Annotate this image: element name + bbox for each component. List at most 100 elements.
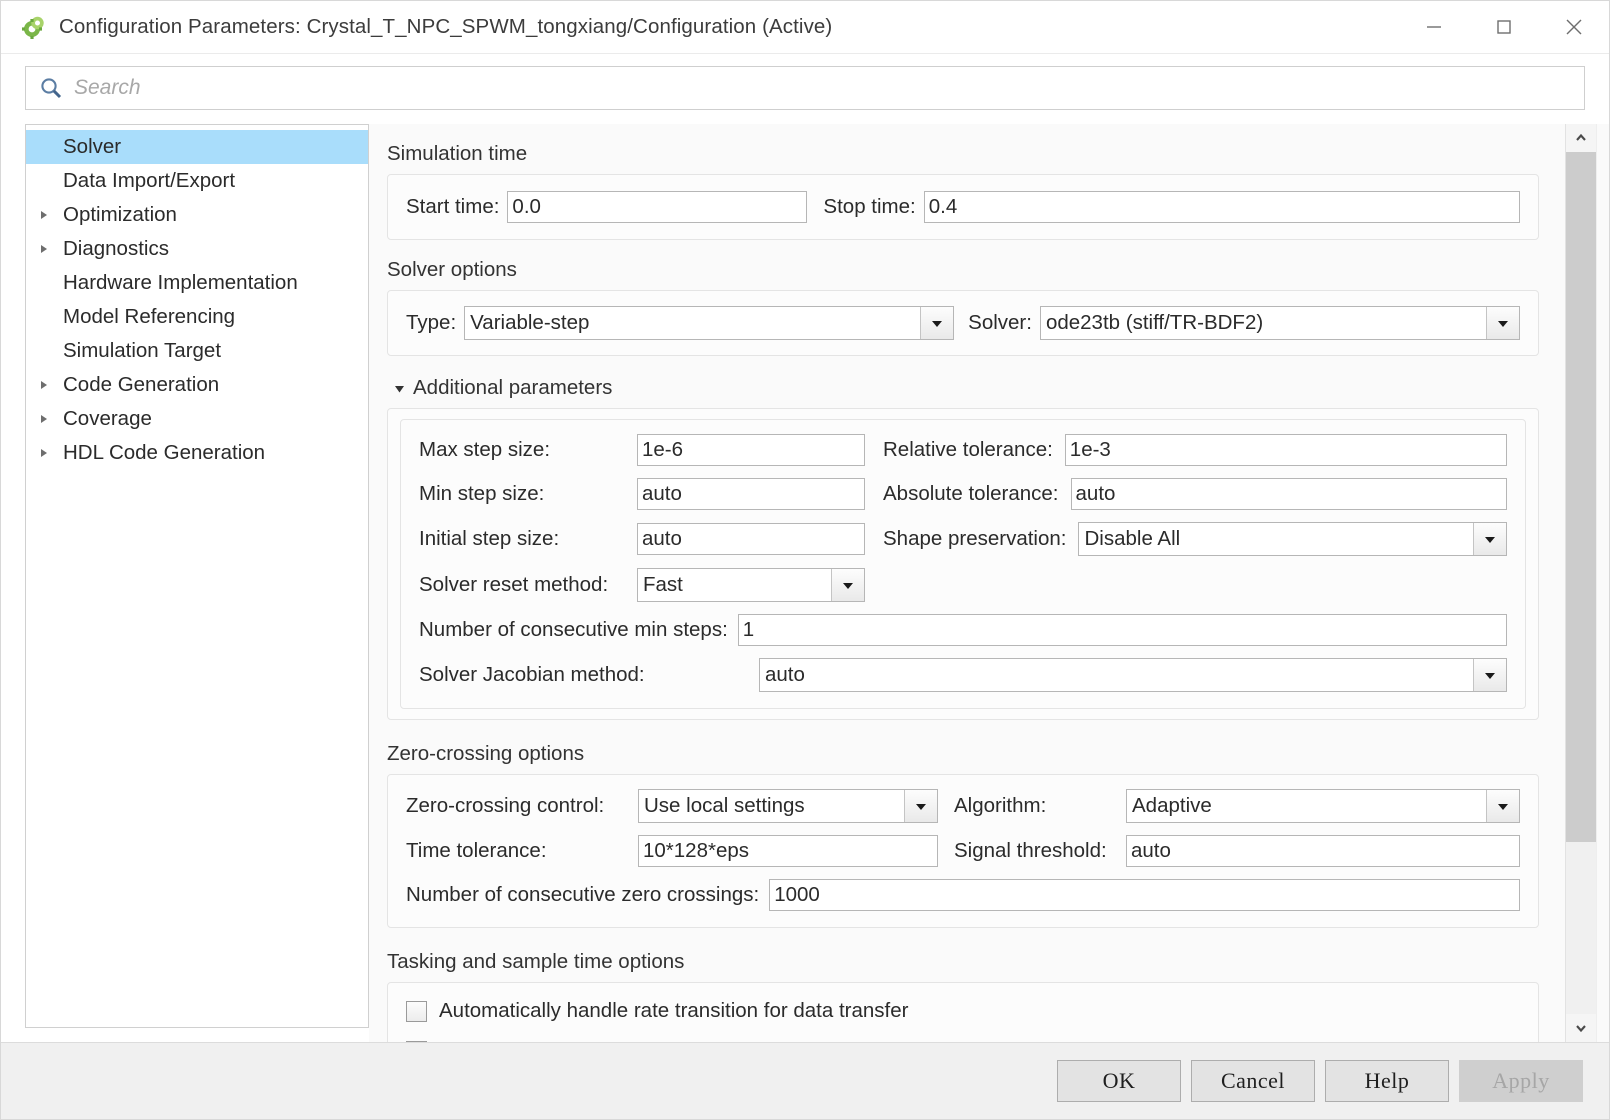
zero-crossing-heading: Zero-crossing options xyxy=(387,742,1539,766)
sidebar-item-label: HDL Code Generation xyxy=(60,441,265,465)
additional-parameters-shell: Max step size: 1e-6 Relative tolerance: … xyxy=(387,408,1539,720)
chevron-down-icon[interactable] xyxy=(831,569,864,601)
solver-options-row: Type: Variable-step Solver: ode23tb (sti… xyxy=(406,306,1520,340)
auto-rate-transition-checkbox[interactable] xyxy=(406,1001,427,1022)
chevron-right-icon[interactable] xyxy=(38,447,60,459)
chevron-right-icon[interactable] xyxy=(38,379,60,391)
simulink-gear-icon xyxy=(21,14,47,40)
zero-crossing-control-row: Zero-crossing control: Use local setting… xyxy=(406,789,1520,823)
minimize-icon[interactable] xyxy=(1399,1,1469,53)
sidebar-item-label: Diagnostics xyxy=(60,237,169,261)
start-time-label: Start time: xyxy=(406,195,499,219)
tasking-secondary-checkbox[interactable] xyxy=(406,1041,427,1042)
sidebar-item-coverage[interactable]: Coverage xyxy=(26,402,368,436)
signal-threshold-input[interactable]: auto xyxy=(1126,835,1520,867)
initial-step-size-input[interactable]: auto xyxy=(637,523,865,555)
shape-preservation-value: Disable All xyxy=(1079,523,1473,555)
scroll-up-button[interactable] xyxy=(1566,124,1596,152)
type-value: Variable-step xyxy=(465,307,920,339)
settings-tree[interactable]: Solver Data Import/Export Optimization D… xyxy=(25,124,369,1028)
chevron-down-icon[interactable] xyxy=(904,790,937,822)
consecutive-zero-crossings-input[interactable]: 1000 xyxy=(769,879,1520,911)
initial-step-row: Initial step size: auto Shape preservati… xyxy=(419,522,1507,556)
relative-tolerance-input[interactable]: 1e-3 xyxy=(1065,434,1507,466)
sidebar-item-simulation-target[interactable]: Simulation Target xyxy=(26,334,368,368)
sidebar-item-data-import-export[interactable]: Data Import/Export xyxy=(26,164,368,198)
stop-time-label: Stop time: xyxy=(823,195,915,219)
time-tolerance-row: Time tolerance: 10*128*eps Signal thresh… xyxy=(406,835,1520,867)
window-controls xyxy=(1399,1,1609,53)
time-tolerance-label: Time tolerance: xyxy=(406,839,638,863)
sidebar-item-code-generation[interactable]: Code Generation xyxy=(26,368,368,402)
cancel-button[interactable]: Cancel xyxy=(1191,1060,1315,1102)
consecutive-min-steps-input[interactable]: 1 xyxy=(738,614,1507,646)
dialog-body: Solver Data Import/Export Optimization D… xyxy=(1,124,1609,1042)
solver-options-heading: Solver options xyxy=(387,258,1539,282)
sidebar-item-model-referencing[interactable]: Model Referencing xyxy=(26,300,368,334)
solver-jacobian-method-dropdown[interactable]: auto xyxy=(759,658,1507,692)
chevron-right-icon[interactable] xyxy=(38,209,60,221)
search-box[interactable] xyxy=(25,66,1585,110)
sidebar-item-diagnostics[interactable]: Diagnostics xyxy=(26,232,368,266)
simulation-time-group: Start time: 0.0 Stop time: 0.4 xyxy=(387,174,1539,240)
algorithm-dropdown[interactable]: Adaptive xyxy=(1126,789,1520,823)
sidebar-item-optimization[interactable]: Optimization xyxy=(26,198,368,232)
sidebar-item-label: Model Referencing xyxy=(60,305,235,329)
chevron-right-icon[interactable] xyxy=(38,413,60,425)
sidebar-item-solver[interactable]: Solver xyxy=(26,130,368,164)
additional-parameters-group: Max step size: 1e-6 Relative tolerance: … xyxy=(400,419,1526,709)
algorithm-label: Algorithm: xyxy=(954,794,1126,818)
start-time-input[interactable]: 0.0 xyxy=(507,191,807,223)
chevron-down-icon[interactable] xyxy=(1486,307,1519,339)
min-step-size-label: Min step size: xyxy=(419,482,637,506)
tasking-secondary-checkbox-row[interactable] xyxy=(406,1041,1520,1042)
consecutive-zero-crossings-row: Number of consecutive zero crossings: 10… xyxy=(406,879,1520,911)
stop-time-input[interactable]: 0.4 xyxy=(924,191,1520,223)
zero-crossing-control-dropdown[interactable]: Use local settings xyxy=(638,789,938,823)
tasking-group: Automatically handle rate transition for… xyxy=(387,982,1539,1042)
additional-parameters-heading: Additional parameters xyxy=(413,376,612,400)
sidebar-item-hardware-implementation[interactable]: Hardware Implementation xyxy=(26,266,368,300)
chevron-down-icon[interactable] xyxy=(1473,523,1506,555)
min-step-size-input[interactable]: auto xyxy=(637,478,865,510)
auto-rate-transition-label: Automatically handle rate transition for… xyxy=(439,999,908,1023)
min-step-row: Min step size: auto Absolute tolerance: … xyxy=(419,478,1507,510)
title-bar: Configuration Parameters: Crystal_T_NPC_… xyxy=(1,1,1609,54)
additional-parameters-toggle[interactable]: Additional parameters xyxy=(389,376,1539,400)
sidebar-item-label: Optimization xyxy=(60,203,177,227)
chevron-down-icon[interactable] xyxy=(1473,659,1506,691)
scrollbar-thumb[interactable] xyxy=(1566,152,1596,842)
max-step-row: Max step size: 1e-6 Relative tolerance: … xyxy=(419,434,1507,466)
vertical-scrollbar[interactable] xyxy=(1565,124,1596,1042)
time-tolerance-input[interactable]: 10*128*eps xyxy=(638,835,938,867)
max-step-size-input[interactable]: 1e-6 xyxy=(637,434,865,466)
chevron-right-icon[interactable] xyxy=(38,243,60,255)
close-icon[interactable] xyxy=(1539,1,1609,53)
zero-crossing-group: Zero-crossing control: Use local setting… xyxy=(387,774,1539,928)
solver-dropdown[interactable]: ode23tb (stiff/TR-BDF2) xyxy=(1040,306,1520,340)
shape-preservation-dropdown[interactable]: Disable All xyxy=(1078,522,1507,556)
solver-reset-method-dropdown[interactable]: Fast xyxy=(637,568,865,602)
apply-button[interactable]: Apply xyxy=(1459,1060,1583,1102)
scroll-down-button[interactable] xyxy=(1566,1014,1596,1042)
search-input[interactable] xyxy=(72,66,1584,110)
ok-button[interactable]: OK xyxy=(1057,1060,1181,1102)
sidebar-item-hdl-code-generation[interactable]: HDL Code Generation xyxy=(26,436,368,470)
type-dropdown[interactable]: Variable-step xyxy=(464,306,954,340)
sidebar-item-label: Data Import/Export xyxy=(60,169,235,193)
help-button[interactable]: Help xyxy=(1325,1060,1449,1102)
auto-rate-transition-checkbox-row[interactable]: Automatically handle rate transition for… xyxy=(406,999,1520,1023)
initial-step-size-label: Initial step size: xyxy=(419,527,637,551)
sidebar-item-label: Simulation Target xyxy=(60,339,221,363)
chevron-down-icon[interactable] xyxy=(920,307,953,339)
solver-reset-method-label: Solver reset method: xyxy=(419,573,637,597)
sidebar-item-label: Solver xyxy=(60,135,121,159)
absolute-tolerance-input[interactable]: auto xyxy=(1071,478,1507,510)
simulation-time-heading: Simulation time xyxy=(387,142,1539,166)
solver-jacobian-method-value: auto xyxy=(760,659,1473,691)
solver-options-group: Type: Variable-step Solver: ode23tb (sti… xyxy=(387,290,1539,356)
solver-value: ode23tb (stiff/TR-BDF2) xyxy=(1041,307,1486,339)
scrollbar-track[interactable] xyxy=(1566,152,1596,1014)
maximize-icon[interactable] xyxy=(1469,1,1539,53)
chevron-down-icon[interactable] xyxy=(1486,790,1519,822)
